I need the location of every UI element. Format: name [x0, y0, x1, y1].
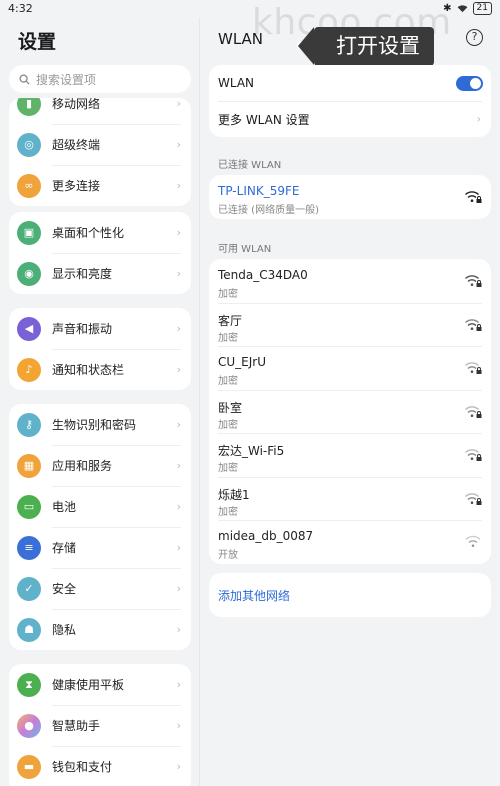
sidebar-item-smart-assistant[interactable]: ● 智慧助手 ›: [9, 705, 191, 746]
wlan-toggle-row[interactable]: WLAN: [209, 65, 491, 101]
battery-indicator: 21: [472, 2, 492, 15]
sidebar-item-privacy[interactable]: ☗ 隐私 ›: [9, 609, 191, 650]
sidebar-item-battery[interactable]: ▭ 电池 ›: [9, 486, 191, 527]
key-icon: ⚷: [17, 412, 41, 437]
sidebar-group-sound: ◀ 声音和振动 › ♪ 通知和状态栏 ›: [9, 308, 191, 390]
chevron-right-icon: ›: [176, 623, 181, 636]
network-list-item[interactable]: CU_EJrU 加密: [209, 346, 491, 390]
available-networks-card: Tenda_C34DA0 加密 客厅 加密 CU_EJrU 加密 卧室 加密 宏…: [209, 259, 491, 564]
wifi-locked-icon: [465, 191, 482, 203]
chevron-right-icon: ›: [176, 719, 181, 732]
clock: 4:32: [8, 2, 33, 15]
wifi-locked-icon: [465, 275, 482, 287]
speaker-icon: ◀: [17, 316, 41, 341]
wifi-status-icon: [457, 5, 467, 13]
sidebar-item-biometrics[interactable]: ⚷ 生物识别和密码 ›: [9, 404, 191, 445]
search-icon: [19, 73, 30, 85]
page-title: WLAN: [218, 30, 264, 48]
more-wlan-settings[interactable]: 更多 WLAN 设置 ›: [209, 101, 491, 137]
connected-network-card: TP-LINK_59FE 已连接 (网络质量一般): [209, 175, 491, 219]
sidebar-item-storage[interactable]: ≡ 存储 ›: [9, 527, 191, 568]
apps-icon: ▦: [17, 453, 41, 478]
chevron-right-icon: ›: [176, 678, 181, 691]
wifi-open-icon: [465, 535, 481, 547]
wallpaper-icon: ▣: [17, 220, 41, 245]
connected-section-label: 已连接 WLAN: [218, 160, 282, 171]
sidebar-item-security[interactable]: ✓ 安全 ›: [9, 568, 191, 609]
wlan-panel: WLAN 打开设置 ? WLAN 更多 WLAN 设置 › 已连接 WLAN T…: [200, 18, 500, 786]
chevron-right-icon: ›: [176, 363, 181, 376]
shield-icon: ✓: [17, 576, 41, 601]
chevron-right-icon: ›: [176, 322, 181, 335]
network-list-item[interactable]: midea_db_0087 开放: [209, 520, 491, 564]
network-list-item[interactable]: 烁越1 加密: [209, 476, 491, 521]
chevron-right-icon: ›: [176, 418, 181, 431]
network-list-item[interactable]: 宏达_Wi-Fi5 加密: [209, 433, 491, 477]
network-list-item[interactable]: 卧室 加密: [209, 389, 491, 434]
sidebar-item-sound-vibration[interactable]: ◀ 声音和振动 ›: [9, 308, 191, 349]
add-other-network-link[interactable]: 添加其他网络: [209, 573, 491, 617]
battery-icon: ▭: [17, 494, 41, 519]
sidebar-item-super-device[interactable]: ◎ 超级终端 ›: [9, 124, 191, 165]
search-input[interactable]: 搜索设置项: [9, 65, 191, 93]
sidebar-item-healthy-usage[interactable]: ⧗ 健康使用平板 ›: [9, 664, 191, 705]
wifi-locked-icon: [465, 405, 482, 418]
storage-icon: ≡: [17, 535, 41, 560]
sidebar-item-mobile-network[interactable]: ▮ 移动网络 ›: [9, 98, 191, 124]
chevron-right-icon: ›: [176, 179, 181, 192]
chevron-right-icon: ›: [176, 541, 181, 554]
chevron-right-icon: ›: [176, 98, 181, 110]
help-icon[interactable]: ?: [466, 29, 483, 46]
hourglass-icon: ⧗: [17, 672, 41, 697]
mobile-network-icon: ▮: [17, 98, 41, 116]
network-list-item[interactable]: Tenda_C34DA0 加密: [209, 259, 491, 303]
sidebar-item-more-connections[interactable]: ∞ 更多连接 ›: [9, 165, 191, 206]
privacy-icon: ☗: [17, 617, 41, 642]
chevron-right-icon: ›: [176, 459, 181, 472]
chevron-right-icon: ›: [176, 760, 181, 773]
chevron-right-icon: ›: [476, 112, 481, 126]
link-icon: ∞: [17, 173, 41, 198]
chevron-right-icon: ›: [176, 226, 181, 239]
super-device-icon: ◎: [17, 132, 41, 157]
wlan-toggle-switch[interactable]: [456, 76, 483, 91]
chevron-right-icon: ›: [176, 582, 181, 595]
bell-icon: ♪: [17, 357, 41, 382]
sidebar-item-wallet[interactable]: ▬ 钱包和支付 ›: [9, 746, 191, 786]
open-settings-tooltip[interactable]: 打开设置: [298, 27, 434, 66]
chevron-right-icon: ›: [176, 267, 181, 280]
search-placeholder: 搜索设置项: [36, 72, 97, 87]
sidebar-item-notifications[interactable]: ♪ 通知和状态栏 ›: [9, 349, 191, 390]
wlan-toggle-card: WLAN 更多 WLAN 设置 ›: [209, 65, 491, 137]
network-list-item[interactable]: 客厅 加密: [209, 302, 491, 347]
wifi-locked-icon: [465, 449, 482, 461]
chevron-right-icon: ›: [176, 500, 181, 513]
settings-sidebar: 设置 搜索设置项 ▮ 移动网络 › ◎ 超级终端 › ∞ 更多连接 › ▣ 桌面…: [0, 18, 199, 786]
chevron-right-icon: ›: [176, 138, 181, 151]
wifi-locked-icon: [465, 318, 482, 331]
add-network-card: 添加其他网络: [209, 573, 491, 617]
sidebar-title: 设置: [18, 31, 57, 53]
eye-icon: ◉: [17, 261, 41, 286]
sidebar-group-connectivity: ▮ 移动网络 › ◎ 超级终端 › ∞ 更多连接 ›: [9, 98, 191, 206]
sidebar-item-desktop-personalization[interactable]: ▣ 桌面和个性化 ›: [9, 212, 191, 253]
wlan-toggle-label: WLAN: [218, 76, 255, 90]
sidebar-item-apps-services[interactable]: ▦ 应用和服务 ›: [9, 445, 191, 486]
available-section-label: 可用 WLAN: [218, 244, 272, 255]
wallet-icon: ▬: [17, 754, 41, 779]
network-status: 已连接 (网络质量一般): [218, 205, 319, 216]
wifi-locked-icon: [465, 492, 482, 505]
wifi-locked-icon: [465, 362, 482, 374]
connected-network[interactable]: TP-LINK_59FE 已连接 (网络质量一般): [209, 175, 491, 219]
assistant-icon: ●: [17, 713, 41, 738]
network-ssid: TP-LINK_59FE: [218, 184, 300, 198]
sidebar-item-display-brightness[interactable]: ◉ 显示和亮度 ›: [9, 253, 191, 294]
sidebar-group-display: ▣ 桌面和个性化 › ◉ 显示和亮度 ›: [9, 212, 191, 294]
sidebar-group-extras: ⧗ 健康使用平板 › ● 智慧助手 › ▬ 钱包和支付 ›: [9, 664, 191, 786]
sidebar-group-system: ⚷ 生物识别和密码 › ▦ 应用和服务 › ▭ 电池 › ≡ 存储 › ✓ 安全…: [9, 404, 191, 650]
